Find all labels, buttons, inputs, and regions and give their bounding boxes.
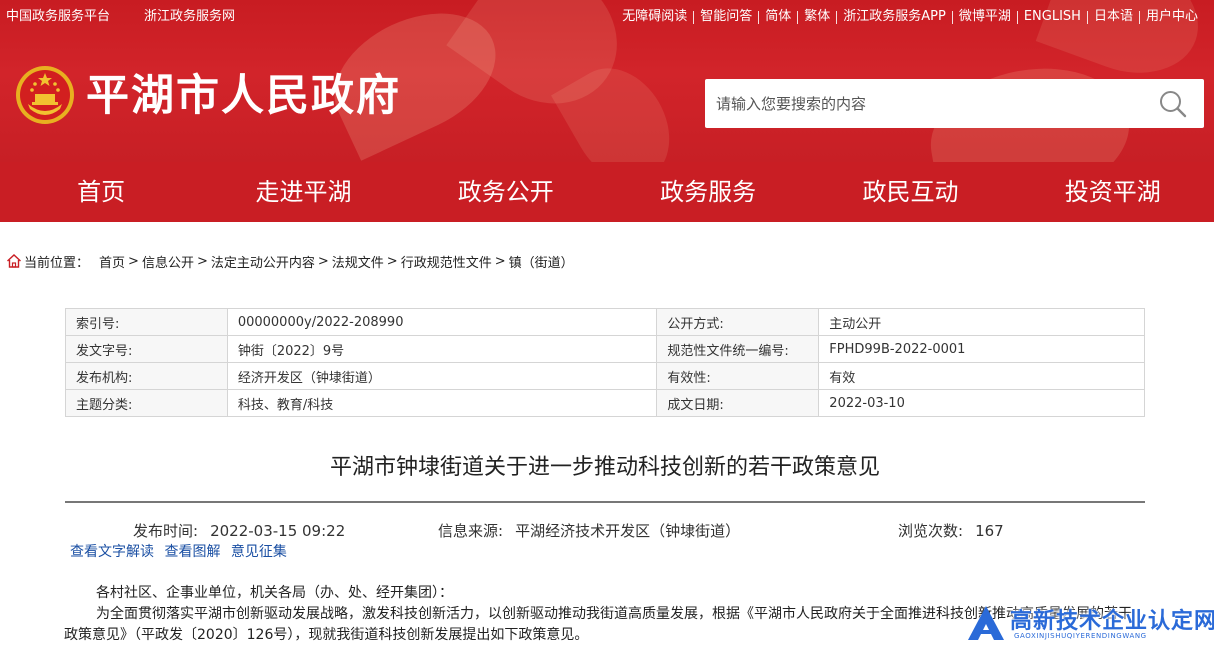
article-links: 查看文字解读 查看图解 意见征集 (70, 542, 293, 562)
top-link-japanese[interactable]: 日本语 (1088, 9, 1139, 25)
meta-key-issuer: 发布机构: (65, 362, 228, 390)
breadcrumb-item-normative-docs[interactable]: 行政规范性文件 (401, 252, 492, 271)
views-info: 浏览次数: 167 (898, 521, 1004, 541)
source-label: 信息来源: (438, 522, 504, 540)
top-link-smart-qa[interactable]: 智能问答 (694, 9, 758, 25)
breadcrumb-separator: > (494, 253, 506, 269)
watermark-pinyin: GAOXINJISHUQIYERENDINGWANG (1014, 632, 1147, 640)
home-icon (7, 254, 21, 268)
meta-key-validity: 有效性: (656, 362, 820, 390)
watermark: 高新技术企业认定网 GAOXINJISHUQIYERENDINGWANG (966, 600, 1214, 647)
meta-value-disclosure-method: 主动公开 (818, 308, 1145, 336)
search-input[interactable] (705, 79, 1145, 128)
site-title: 平湖市人民政府 (86, 71, 401, 121)
top-bar: 中国政务服务平台 浙江政务服务网 无障碍阅读 智能问答 简体 繁体 浙江政务服务… (0, 0, 1214, 34)
search-icon[interactable] (1158, 89, 1188, 119)
search-box (705, 79, 1204, 128)
source-info: 信息来源: 平湖经济技术开发区（钟埭街道） (438, 521, 740, 541)
meta-key-index-number: 索引号: (65, 308, 228, 336)
meta-value-issuer: 经济开发区（钟埭街道） (226, 362, 658, 390)
views-count: 167 (975, 522, 1004, 540)
meta-value-unified-number: FPHD99B-2022-0001 (818, 335, 1145, 363)
meta-key-unified-number: 规范性文件统一编号: (656, 335, 820, 363)
nav-item-gov-services[interactable]: 政务服务 (607, 162, 809, 222)
meta-key-topic: 主题分类: (65, 389, 228, 417)
views-label: 浏览次数: (898, 522, 964, 540)
top-link-accessibility[interactable]: 无障碍阅读 (616, 9, 693, 25)
nav-item-investment[interactable]: 投资平湖 (1012, 162, 1214, 222)
breadcrumb-separator: > (128, 253, 139, 269)
top-link-traditional[interactable]: 繁体 (798, 9, 836, 25)
divider (65, 501, 1145, 503)
table-row: 主题分类: 科技、教育/科技 成文日期: 2022-03-10 (65, 389, 1145, 417)
breadcrumb-item-home[interactable]: 首页 (99, 252, 125, 271)
national-emblem-icon (16, 66, 74, 124)
table-row: 发布机构: 经济开发区（钟埭街道） 有效性: 有效 (65, 362, 1145, 390)
site-header: 中国政务服务平台 浙江政务服务网 无障碍阅读 智能问答 简体 繁体 浙江政务服务… (0, 0, 1214, 162)
top-link-zhejiang-service[interactable]: 浙江政务服务网 (144, 9, 235, 25)
main-nav: 首页 走进平湖 政务公开 政务服务 政民互动 投资平湖 (0, 162, 1214, 222)
nav-item-interaction[interactable]: 政民互动 (809, 162, 1011, 222)
nav-item-gov-affairs-open[interactable]: 政务公开 (405, 162, 607, 222)
top-link-user-center[interactable]: 用户中心 (1140, 9, 1204, 25)
meta-value-written-date: 2022-03-10 (818, 389, 1145, 417)
meta-value-topic: 科技、教育/科技 (226, 389, 658, 417)
publish-time-value: 2022-03-15 09:22 (210, 522, 346, 540)
meta-key-written-date: 成文日期: (656, 389, 820, 417)
breadcrumb-label: 当前位置： (24, 255, 90, 271)
top-right-links: 无障碍阅读 智能问答 简体 繁体 浙江政务服务APP 微博平湖 ENGLISH … (616, 8, 1204, 26)
publish-time-label: 发布时间: (133, 522, 199, 540)
meta-key-doc-number: 发文字号: (65, 335, 228, 363)
meta-value-doc-number: 钟街〔2022〕9号 (226, 335, 658, 363)
top-link-english[interactable]: ENGLISH (1018, 9, 1087, 25)
breadcrumb: 当前位置： 首页 > 信息公开 > 法定主动公开内容 > 法规文件 > 行政规范性文件 >… (6, 252, 574, 271)
link-graphic-interpretation[interactable]: 查看图解 (164, 544, 220, 560)
meta-key-disclosure-method: 公开方式: (656, 308, 820, 336)
breadcrumb-item-statutory[interactable]: 法定主动公开内容 (211, 252, 315, 271)
breadcrumb-item-towns[interactable]: 镇（街道） (509, 252, 574, 271)
nav-item-home[interactable]: 首页 (0, 162, 202, 222)
nav-item-about-pinghu[interactable]: 走进平湖 (202, 162, 404, 222)
article-title: 平湖市钟埭街道关于进一步推动科技创新的若干政策意见 (329, 455, 880, 480)
top-link-app[interactable]: 浙江政务服务APP (837, 9, 952, 25)
watermark-text: 高新技术企业认定网 (1010, 609, 1214, 634)
top-link-gov-service-platform[interactable]: 中国政务服务平台 (6, 9, 110, 25)
meta-value-index-number: 00000000y/2022-208990 (226, 308, 658, 336)
breadcrumb-separator: > (386, 253, 398, 269)
breadcrumb-separator: > (317, 253, 329, 269)
publish-time-info: 发布时间: 2022-03-15 09:22 (133, 521, 345, 541)
watermark-logo-icon (968, 606, 1004, 640)
meta-value-validity: 有效 (818, 362, 1145, 390)
table-row: 发文字号: 钟街〔2022〕9号 规范性文件统一编号: FPHD99B-2022… (65, 335, 1145, 363)
top-link-weibo[interactable]: 微博平湖 (953, 9, 1017, 25)
document-meta-table: 索引号: 00000000y/2022-208990 公开方式: 主动公开 发文… (65, 308, 1145, 417)
top-link-simplified[interactable]: 简体 (759, 9, 797, 25)
breadcrumb-separator: > (196, 253, 208, 269)
table-row: 索引号: 00000000y/2022-208990 公开方式: 主动公开 (65, 308, 1145, 336)
source-value: 平湖经济技术开发区（钟埭街道） (515, 522, 741, 540)
link-opinion-collection[interactable]: 意见征集 (231, 544, 287, 560)
link-text-interpretation[interactable]: 查看文字解读 (70, 544, 154, 560)
breadcrumb-item-regulations[interactable]: 法规文件 (332, 252, 384, 271)
breadcrumb-item-info-open[interactable]: 信息公开 (142, 252, 194, 271)
